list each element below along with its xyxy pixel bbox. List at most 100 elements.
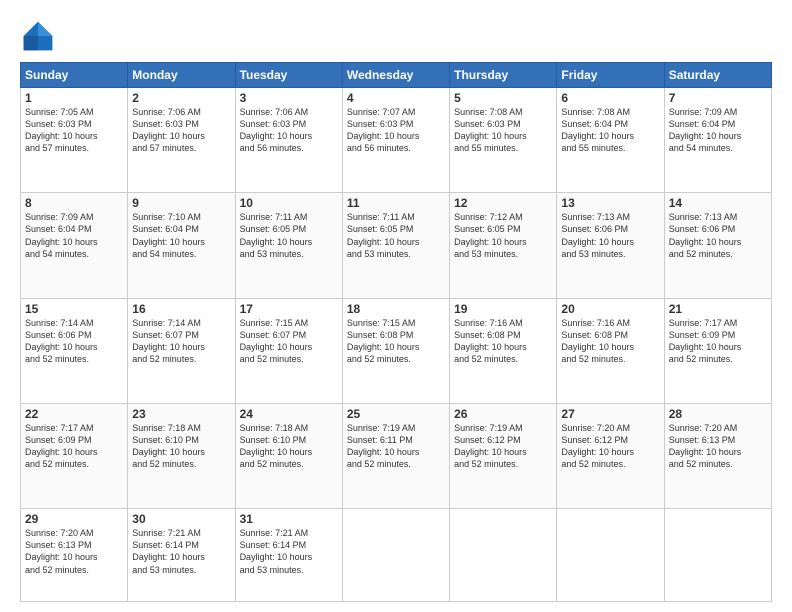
day-cell: 21Sunrise: 7:17 AMSunset: 6:09 PMDayligh… bbox=[664, 298, 771, 403]
day-number: 11 bbox=[347, 196, 445, 210]
day-info: Sunrise: 7:06 AMSunset: 6:03 PMDaylight:… bbox=[240, 106, 338, 155]
day-number: 2 bbox=[132, 91, 230, 105]
day-info: Sunrise: 7:20 AMSunset: 6:13 PMDaylight:… bbox=[669, 422, 767, 471]
week-row-3: 15Sunrise: 7:14 AMSunset: 6:06 PMDayligh… bbox=[21, 298, 772, 403]
day-cell: 19Sunrise: 7:16 AMSunset: 6:08 PMDayligh… bbox=[450, 298, 557, 403]
day-cell: 25Sunrise: 7:19 AMSunset: 6:11 PMDayligh… bbox=[342, 403, 449, 508]
day-number: 21 bbox=[669, 302, 767, 316]
week-row-4: 22Sunrise: 7:17 AMSunset: 6:09 PMDayligh… bbox=[21, 403, 772, 508]
day-cell: 22Sunrise: 7:17 AMSunset: 6:09 PMDayligh… bbox=[21, 403, 128, 508]
day-number: 30 bbox=[132, 512, 230, 526]
col-header-thursday: Thursday bbox=[450, 63, 557, 88]
day-number: 6 bbox=[561, 91, 659, 105]
day-cell: 8Sunrise: 7:09 AMSunset: 6:04 PMDaylight… bbox=[21, 193, 128, 298]
day-cell: 10Sunrise: 7:11 AMSunset: 6:05 PMDayligh… bbox=[235, 193, 342, 298]
col-header-wednesday: Wednesday bbox=[342, 63, 449, 88]
day-info: Sunrise: 7:21 AMSunset: 6:14 PMDaylight:… bbox=[132, 527, 230, 576]
day-number: 8 bbox=[25, 196, 123, 210]
day-info: Sunrise: 7:07 AMSunset: 6:03 PMDaylight:… bbox=[347, 106, 445, 155]
day-number: 9 bbox=[132, 196, 230, 210]
day-cell: 5Sunrise: 7:08 AMSunset: 6:03 PMDaylight… bbox=[450, 88, 557, 193]
day-info: Sunrise: 7:17 AMSunset: 6:09 PMDaylight:… bbox=[669, 317, 767, 366]
day-cell: 1Sunrise: 7:05 AMSunset: 6:03 PMDaylight… bbox=[21, 88, 128, 193]
day-number: 7 bbox=[669, 91, 767, 105]
day-cell: 4Sunrise: 7:07 AMSunset: 6:03 PMDaylight… bbox=[342, 88, 449, 193]
day-number: 5 bbox=[454, 91, 552, 105]
week-row-1: 1Sunrise: 7:05 AMSunset: 6:03 PMDaylight… bbox=[21, 88, 772, 193]
day-info: Sunrise: 7:18 AMSunset: 6:10 PMDaylight:… bbox=[132, 422, 230, 471]
day-info: Sunrise: 7:19 AMSunset: 6:11 PMDaylight:… bbox=[347, 422, 445, 471]
header bbox=[20, 18, 772, 54]
col-header-tuesday: Tuesday bbox=[235, 63, 342, 88]
col-header-saturday: Saturday bbox=[664, 63, 771, 88]
day-number: 3 bbox=[240, 91, 338, 105]
day-cell: 23Sunrise: 7:18 AMSunset: 6:10 PMDayligh… bbox=[128, 403, 235, 508]
day-number: 16 bbox=[132, 302, 230, 316]
logo-icon bbox=[20, 18, 56, 54]
day-info: Sunrise: 7:11 AMSunset: 6:05 PMDaylight:… bbox=[240, 211, 338, 260]
day-number: 20 bbox=[561, 302, 659, 316]
day-number: 14 bbox=[669, 196, 767, 210]
day-number: 26 bbox=[454, 407, 552, 421]
day-info: Sunrise: 7:15 AMSunset: 6:08 PMDaylight:… bbox=[347, 317, 445, 366]
day-cell bbox=[450, 509, 557, 602]
day-cell bbox=[342, 509, 449, 602]
day-info: Sunrise: 7:16 AMSunset: 6:08 PMDaylight:… bbox=[561, 317, 659, 366]
week-row-2: 8Sunrise: 7:09 AMSunset: 6:04 PMDaylight… bbox=[21, 193, 772, 298]
day-cell: 9Sunrise: 7:10 AMSunset: 6:04 PMDaylight… bbox=[128, 193, 235, 298]
day-number: 18 bbox=[347, 302, 445, 316]
col-header-friday: Friday bbox=[557, 63, 664, 88]
day-cell: 2Sunrise: 7:06 AMSunset: 6:03 PMDaylight… bbox=[128, 88, 235, 193]
day-cell: 12Sunrise: 7:12 AMSunset: 6:05 PMDayligh… bbox=[450, 193, 557, 298]
day-cell bbox=[664, 509, 771, 602]
day-info: Sunrise: 7:17 AMSunset: 6:09 PMDaylight:… bbox=[25, 422, 123, 471]
day-number: 24 bbox=[240, 407, 338, 421]
day-info: Sunrise: 7:06 AMSunset: 6:03 PMDaylight:… bbox=[132, 106, 230, 155]
day-number: 10 bbox=[240, 196, 338, 210]
day-number: 25 bbox=[347, 407, 445, 421]
day-info: Sunrise: 7:08 AMSunset: 6:03 PMDaylight:… bbox=[454, 106, 552, 155]
day-cell: 30Sunrise: 7:21 AMSunset: 6:14 PMDayligh… bbox=[128, 509, 235, 602]
day-cell: 24Sunrise: 7:18 AMSunset: 6:10 PMDayligh… bbox=[235, 403, 342, 508]
day-number: 1 bbox=[25, 91, 123, 105]
day-info: Sunrise: 7:08 AMSunset: 6:04 PMDaylight:… bbox=[561, 106, 659, 155]
calendar-table: SundayMondayTuesdayWednesdayThursdayFrid… bbox=[20, 62, 772, 602]
day-info: Sunrise: 7:13 AMSunset: 6:06 PMDaylight:… bbox=[669, 211, 767, 260]
day-cell: 31Sunrise: 7:21 AMSunset: 6:14 PMDayligh… bbox=[235, 509, 342, 602]
day-number: 22 bbox=[25, 407, 123, 421]
col-header-monday: Monday bbox=[128, 63, 235, 88]
day-number: 23 bbox=[132, 407, 230, 421]
day-info: Sunrise: 7:20 AMSunset: 6:13 PMDaylight:… bbox=[25, 527, 123, 576]
logo bbox=[20, 18, 60, 54]
day-info: Sunrise: 7:19 AMSunset: 6:12 PMDaylight:… bbox=[454, 422, 552, 471]
day-cell: 6Sunrise: 7:08 AMSunset: 6:04 PMDaylight… bbox=[557, 88, 664, 193]
day-cell: 26Sunrise: 7:19 AMSunset: 6:12 PMDayligh… bbox=[450, 403, 557, 508]
day-number: 15 bbox=[25, 302, 123, 316]
day-number: 12 bbox=[454, 196, 552, 210]
header-row: SundayMondayTuesdayWednesdayThursdayFrid… bbox=[21, 63, 772, 88]
day-info: Sunrise: 7:16 AMSunset: 6:08 PMDaylight:… bbox=[454, 317, 552, 366]
day-number: 17 bbox=[240, 302, 338, 316]
day-cell bbox=[557, 509, 664, 602]
day-cell: 29Sunrise: 7:20 AMSunset: 6:13 PMDayligh… bbox=[21, 509, 128, 602]
day-number: 19 bbox=[454, 302, 552, 316]
day-number: 29 bbox=[25, 512, 123, 526]
day-cell: 27Sunrise: 7:20 AMSunset: 6:12 PMDayligh… bbox=[557, 403, 664, 508]
day-info: Sunrise: 7:10 AMSunset: 6:04 PMDaylight:… bbox=[132, 211, 230, 260]
week-row-5: 29Sunrise: 7:20 AMSunset: 6:13 PMDayligh… bbox=[21, 509, 772, 602]
day-cell: 14Sunrise: 7:13 AMSunset: 6:06 PMDayligh… bbox=[664, 193, 771, 298]
day-cell: 3Sunrise: 7:06 AMSunset: 6:03 PMDaylight… bbox=[235, 88, 342, 193]
day-cell: 18Sunrise: 7:15 AMSunset: 6:08 PMDayligh… bbox=[342, 298, 449, 403]
day-cell: 28Sunrise: 7:20 AMSunset: 6:13 PMDayligh… bbox=[664, 403, 771, 508]
day-info: Sunrise: 7:12 AMSunset: 6:05 PMDaylight:… bbox=[454, 211, 552, 260]
day-info: Sunrise: 7:09 AMSunset: 6:04 PMDaylight:… bbox=[669, 106, 767, 155]
day-number: 13 bbox=[561, 196, 659, 210]
day-number: 27 bbox=[561, 407, 659, 421]
day-cell: 13Sunrise: 7:13 AMSunset: 6:06 PMDayligh… bbox=[557, 193, 664, 298]
day-cell: 20Sunrise: 7:16 AMSunset: 6:08 PMDayligh… bbox=[557, 298, 664, 403]
day-number: 28 bbox=[669, 407, 767, 421]
day-info: Sunrise: 7:15 AMSunset: 6:07 PMDaylight:… bbox=[240, 317, 338, 366]
day-cell: 11Sunrise: 7:11 AMSunset: 6:05 PMDayligh… bbox=[342, 193, 449, 298]
day-info: Sunrise: 7:11 AMSunset: 6:05 PMDaylight:… bbox=[347, 211, 445, 260]
day-info: Sunrise: 7:14 AMSunset: 6:07 PMDaylight:… bbox=[132, 317, 230, 366]
